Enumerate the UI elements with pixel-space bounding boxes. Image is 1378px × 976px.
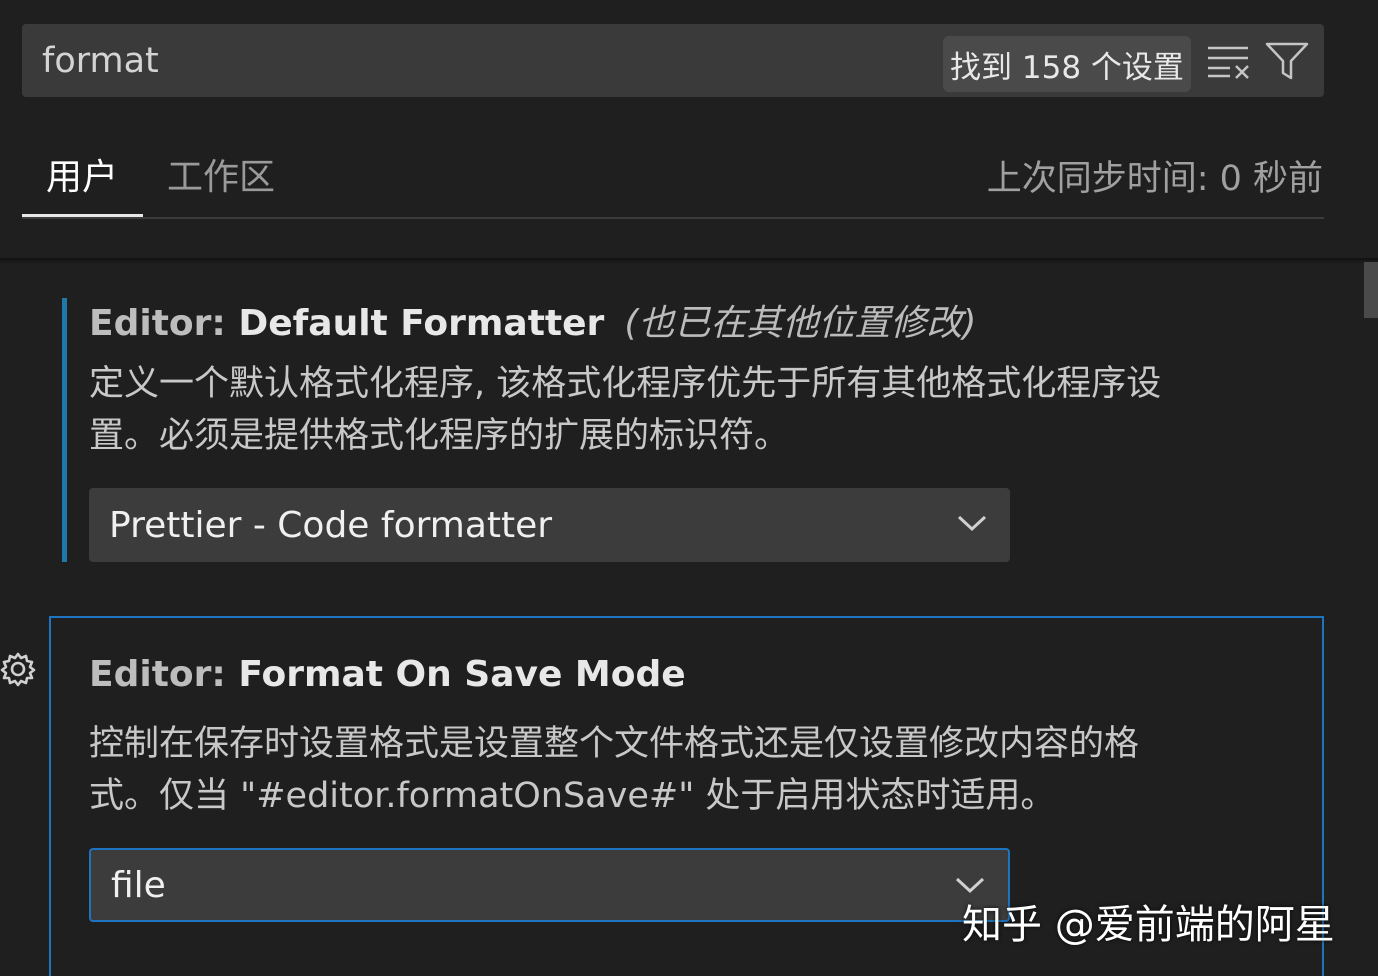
description-line: 控制在保存时设置格式是设置整个文件格式还是仅设置修改内容的格: [89, 724, 1140, 764]
description-line: 式。仅当 "#editor.formatOnSave#" 处于启用状态时适用。: [89, 776, 1056, 816]
setting-description: 定义一个默认格式化程序, 该格式化程序优先于所有其他格式化程序设 置。必须是提供…: [89, 358, 1269, 462]
sync-status: 上次同步时间: 0 秒前: [986, 159, 1323, 199]
select-value: Prettier - Code formatter: [109, 504, 553, 546]
modified-indicator-bar: [62, 298, 67, 562]
settings-header: 找到 158 个设置 用户 工作区 上次同步时间: 0 秒前: [0, 0, 1378, 260]
setting-title-default-formatter: Editor: Default Formatter (也已在其他位置修改): [89, 294, 976, 346]
chevron-down-icon: [957, 515, 987, 532]
setting-category: Editor:: [89, 303, 239, 344]
tab-workspace[interactable]: 工作区: [167, 148, 275, 200]
scrollbar-thumb[interactable]: [1364, 262, 1378, 318]
format-on-save-mode-select[interactable]: file: [89, 848, 1010, 922]
default-formatter-select[interactable]: Prettier - Code formatter: [89, 488, 1010, 562]
header-shadow: [0, 258, 1378, 264]
setting-title-format-on-save-mode: Editor: Format On Save Mode: [89, 654, 686, 695]
setting-name: Default Formatter: [238, 303, 605, 344]
filter-icon[interactable]: [1264, 40, 1310, 82]
tab-divider: [22, 217, 1324, 219]
gear-icon[interactable]: [0, 651, 36, 687]
setting-category: Editor:: [89, 654, 239, 695]
modified-elsewhere-link[interactable]: (也已在其他位置修改): [624, 303, 976, 344]
tab-user[interactable]: 用户: [46, 148, 118, 200]
select-value: file: [111, 864, 166, 906]
clear-filter-icon[interactable]: [1206, 40, 1252, 82]
result-count-badge: 找到 158 个设置: [943, 36, 1191, 92]
description-line: 定义一个默认格式化程序, 该格式化程序优先于所有其他格式化程序设: [89, 364, 1162, 404]
search-box: 找到 158 个设置: [22, 24, 1324, 97]
setting-description: 控制在保存时设置格式是设置整个文件格式还是仅设置修改内容的格 式。仅当 "#ed…: [89, 718, 1269, 822]
description-line: 置。必须是提供格式化程序的扩展的标识符。: [89, 416, 790, 456]
search-input[interactable]: [42, 24, 922, 97]
watermark: 知乎 @爱前端的阿星: [962, 902, 1335, 948]
setting-name: Format On Save Mode: [238, 654, 686, 695]
